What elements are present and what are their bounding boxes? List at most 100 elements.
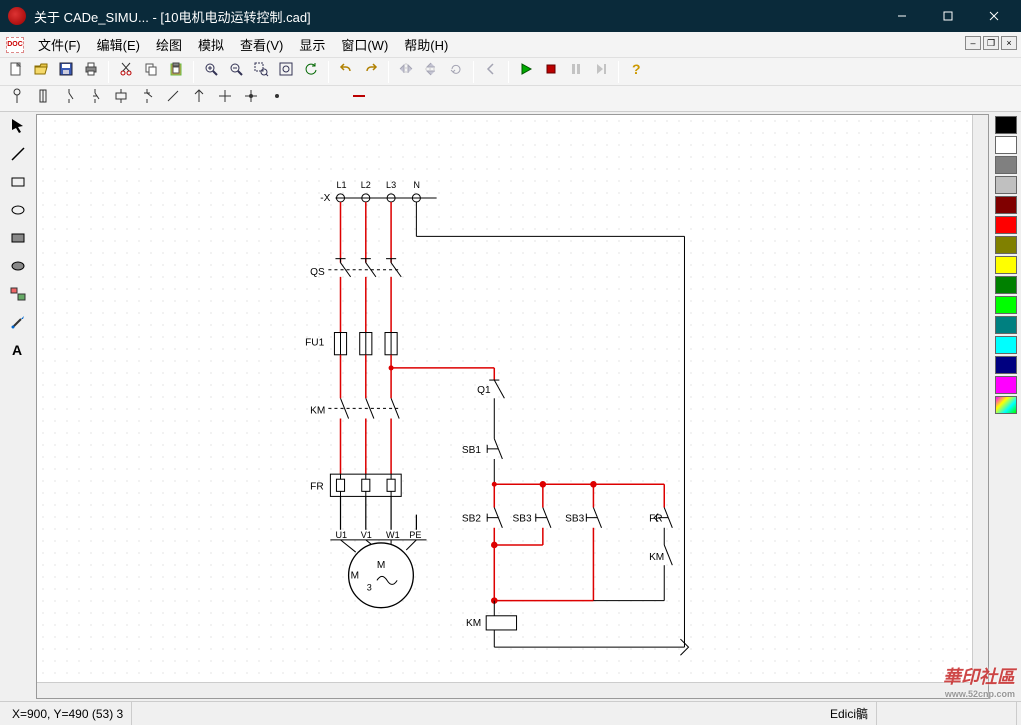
flip-h-button[interactable] (394, 60, 418, 84)
color-swatch-9[interactable] (995, 296, 1017, 314)
label-q1: Q1 (477, 385, 491, 396)
horizontal-scrollbar[interactable] (37, 682, 972, 698)
help-button[interactable]: ? (624, 60, 648, 84)
redo-button[interactable] (359, 60, 383, 84)
stop-button[interactable] (539, 60, 563, 84)
blank-icon (294, 87, 312, 110)
fillrect-tool[interactable] (8, 230, 28, 250)
label-km: KM (310, 405, 325, 416)
play-icon (518, 61, 534, 82)
open-button[interactable] (29, 60, 53, 84)
new-doc-icon (8, 61, 24, 82)
dash-icon (350, 87, 368, 110)
label-l2: L2 (361, 180, 371, 190)
menu-4[interactable]: 查看(V) (232, 32, 291, 57)
mdi-restore[interactable]: ❐ (983, 36, 999, 50)
label-w1: W1 (386, 530, 400, 540)
component-fuse[interactable] (32, 88, 54, 110)
color-swatch-3[interactable] (995, 176, 1017, 194)
line-tool[interactable] (8, 146, 28, 166)
refresh-icon (303, 61, 319, 82)
zoom-in-icon (203, 61, 219, 82)
color-swatch-11[interactable] (995, 336, 1017, 354)
label-m-motor: M (377, 560, 385, 571)
mdi-minimize[interactable]: – (965, 36, 981, 50)
canvas[interactable]: -X L1 L2 L3 N QS (36, 114, 989, 699)
component-wire-up[interactable] (188, 88, 210, 110)
menu-1[interactable]: 编辑(E) (89, 32, 148, 57)
menu-5[interactable]: 显示 (291, 32, 333, 57)
arrow-tool[interactable] (8, 118, 28, 138)
component-coil[interactable] (110, 88, 132, 110)
component-wire-slash[interactable] (162, 88, 184, 110)
copy-button[interactable] (139, 60, 163, 84)
print-button[interactable] (79, 60, 103, 84)
menu-2[interactable]: 绘图 (148, 32, 190, 57)
svg-text:A: A (12, 342, 22, 358)
rect-tool[interactable] (8, 174, 28, 194)
save-button[interactable] (54, 60, 78, 84)
component-terminal-o[interactable] (6, 88, 28, 110)
zoom-region-button[interactable] (249, 60, 273, 84)
zoom-in-button[interactable] (199, 60, 223, 84)
flip-v-button[interactable] (419, 60, 443, 84)
color-swatch-7[interactable] (995, 256, 1017, 274)
zoom-out-button[interactable] (224, 60, 248, 84)
refresh-button[interactable] (299, 60, 323, 84)
paste-button[interactable] (164, 60, 188, 84)
wire-slash-icon (164, 87, 182, 110)
fillellipse-tool[interactable] (8, 258, 28, 278)
minimize-button[interactable] (879, 0, 925, 32)
paste-icon (168, 61, 184, 82)
menu-6[interactable]: 窗口(W) (333, 32, 396, 57)
color-swatch-12[interactable] (995, 356, 1017, 374)
component-junction[interactable] (240, 88, 262, 110)
play-button[interactable] (514, 60, 538, 84)
menu-0[interactable]: 文件(F) (30, 32, 89, 57)
arrow-left-button[interactable] (479, 60, 503, 84)
component-wire-cross[interactable] (214, 88, 236, 110)
component-dash[interactable] (348, 88, 370, 110)
rotate-button[interactable] (444, 60, 468, 84)
color-swatch-1[interactable] (995, 136, 1017, 154)
component-node[interactable] (266, 88, 288, 110)
cut-button[interactable] (114, 60, 138, 84)
component-switch[interactable] (136, 88, 158, 110)
new-doc-button[interactable] (4, 60, 28, 84)
cut-icon (118, 61, 134, 82)
vertical-scrollbar[interactable] (972, 115, 988, 682)
text-tool[interactable]: A (8, 342, 28, 362)
rect-tool-icon (9, 173, 27, 196)
color-swatch-13[interactable] (995, 376, 1017, 394)
color-swatch-5[interactable] (995, 216, 1017, 234)
color-swatch-custom[interactable] (995, 396, 1017, 414)
undo-button[interactable] (334, 60, 358, 84)
junction-icon (242, 87, 260, 110)
components-tool[interactable] (8, 286, 28, 306)
color-swatch-0[interactable] (995, 116, 1017, 134)
pause-button[interactable] (564, 60, 588, 84)
menu-7[interactable]: 帮助(H) (396, 32, 456, 57)
print-icon (83, 61, 99, 82)
arrow-left-icon (483, 61, 499, 82)
color-swatch-4[interactable] (995, 196, 1017, 214)
close-button[interactable] (971, 0, 1017, 32)
doc-icon: DOC (6, 37, 24, 53)
component-contact-no[interactable] (58, 88, 80, 110)
color-swatch-6[interactable] (995, 236, 1017, 254)
color-swatch-2[interactable] (995, 156, 1017, 174)
step-button[interactable] (589, 60, 613, 84)
eyedropper-tool[interactable] (8, 314, 28, 334)
component-blank[interactable] (292, 88, 314, 110)
mdi-close[interactable]: × (1001, 36, 1017, 50)
menu-3[interactable]: 模拟 (190, 32, 232, 57)
label-m-left: M (351, 570, 359, 581)
zoom-fit-button[interactable] (274, 60, 298, 84)
component-contact-nc[interactable] (84, 88, 106, 110)
ellipse-tool-icon (9, 201, 27, 224)
color-swatch-10[interactable] (995, 316, 1017, 334)
ellipse-tool[interactable] (8, 202, 28, 222)
maximize-button[interactable] (925, 0, 971, 32)
color-swatch-8[interactable] (995, 276, 1017, 294)
zoom-region-icon (253, 61, 269, 82)
